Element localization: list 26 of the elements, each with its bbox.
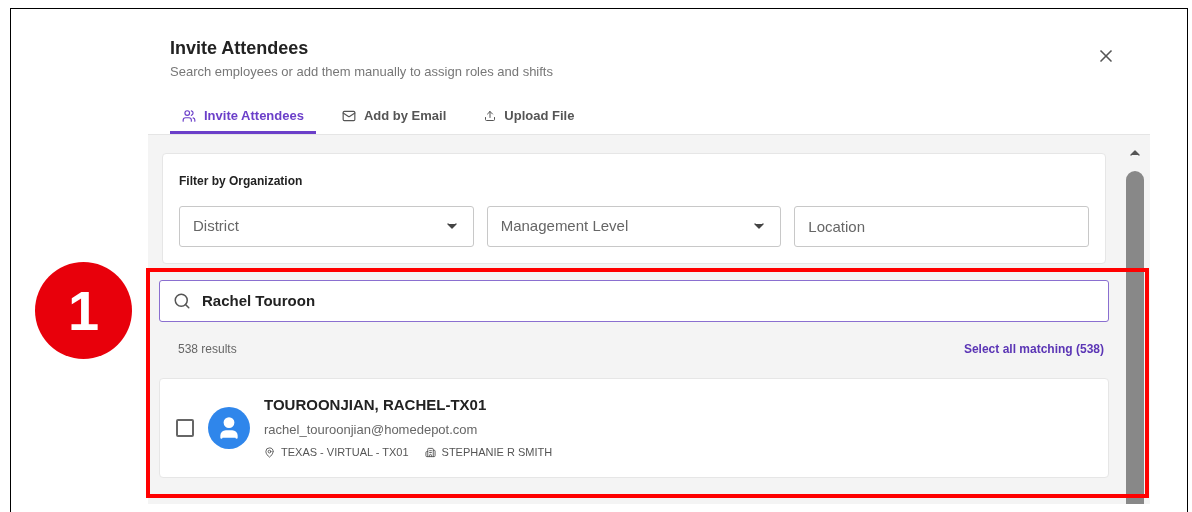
dropdown-field[interactable]: Management Level (486, 205, 782, 247)
filter-label: Filter by Organization (179, 172, 304, 190)
building-icon (424, 447, 436, 458)
dropdown-field[interactable]: District (179, 205, 474, 247)
people-icon (182, 109, 196, 123)
employee-manager: STEPHANIE R SMITH (441, 445, 553, 461)
tab[interactable]: Upload File (472, 101, 587, 134)
step-badge: 1 (35, 262, 132, 359)
dialog-title: Invite Attendees (170, 37, 310, 60)
employee-location: TEXAS - VIRTUAL - TX01 (281, 445, 409, 461)
dialog-subtitle: Search employees or add them manually to assign roles and shifts (170, 63, 553, 81)
employee-email: rachel_touroonjian@homedepot.com (264, 420, 479, 439)
avatar-icon (208, 406, 250, 449)
tab[interactable]: Add by Email (329, 101, 459, 134)
results-count: 538 results (178, 340, 237, 358)
location-pin-icon (264, 447, 275, 458)
location-field[interactable]: Location (794, 205, 1089, 247)
scrollbar[interactable] (1120, 134, 1150, 504)
result-card[interactable]: TOUROONJIAN, RACHEL-TX01 rachel_touroonjian@homedepot.com TEXAS - VIRTUAL - TX01 STEPHANIE R SMITH (159, 377, 1109, 478)
select-all-link[interactable]: Select all matching (538) (963, 339, 1104, 358)
search-field[interactable]: Rachel Touroon (159, 279, 1109, 322)
search-icon (173, 291, 191, 310)
upload-icon (484, 110, 497, 122)
checkbox[interactable] (176, 418, 194, 437)
mail-icon (341, 109, 356, 123)
employee-name: TOUROONJIAN, RACHEL-TX01 (264, 395, 488, 416)
